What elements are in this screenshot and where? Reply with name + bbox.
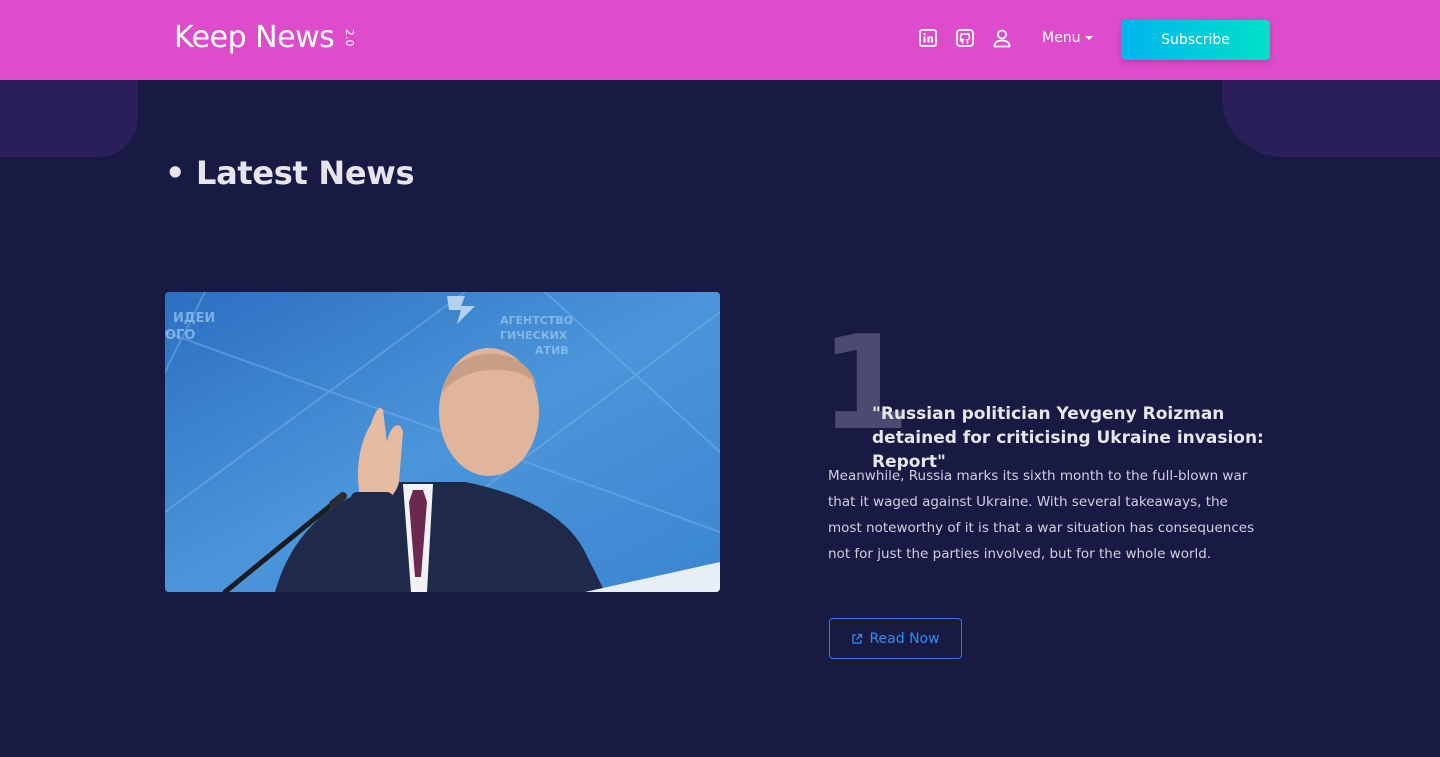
backdrop-text: АТИВ	[535, 344, 569, 357]
read-now-label: Read Now	[869, 630, 940, 647]
backdrop-text: АГЕНТСТВО	[500, 314, 573, 327]
decorative-corner-left	[0, 80, 138, 157]
linkedin-icon[interactable]	[918, 28, 938, 48]
subscribe-button[interactable]: Subscribe	[1121, 20, 1270, 60]
article-image[interactable]: ИДЕИ ОГО АГЕНТСТВО ГИЧЕСКИХ АТИВ	[165, 292, 720, 592]
caret-down-icon[interactable]	[1085, 36, 1093, 40]
article-photo-illustration: ИДЕИ ОГО АГЕНТСТВО ГИЧЕСКИХ АТИВ	[165, 292, 720, 592]
article-excerpt: Meanwhile, Russia marks its sixth month …	[828, 468, 1255, 562]
backdrop-text: ГИЧЕСКИХ	[500, 329, 568, 342]
github-icon[interactable]	[955, 28, 975, 48]
brand-version: 2.0	[343, 29, 356, 47]
section-title: • Latest News	[165, 154, 415, 192]
read-now-button[interactable]: Read Now	[829, 618, 962, 659]
backdrop-text: ИДЕИ	[173, 311, 215, 326]
brand-logo[interactable]: Keep News	[174, 20, 335, 56]
decorative-corner-right	[1222, 80, 1440, 157]
backdrop-text: ОГО	[165, 328, 195, 343]
external-link-icon	[852, 633, 863, 644]
top-navbar: Keep News 2.0 Menu Subscribe	[0, 0, 1440, 80]
user-icon[interactable]	[992, 28, 1012, 48]
menu-dropdown[interactable]: Menu	[1042, 29, 1080, 47]
